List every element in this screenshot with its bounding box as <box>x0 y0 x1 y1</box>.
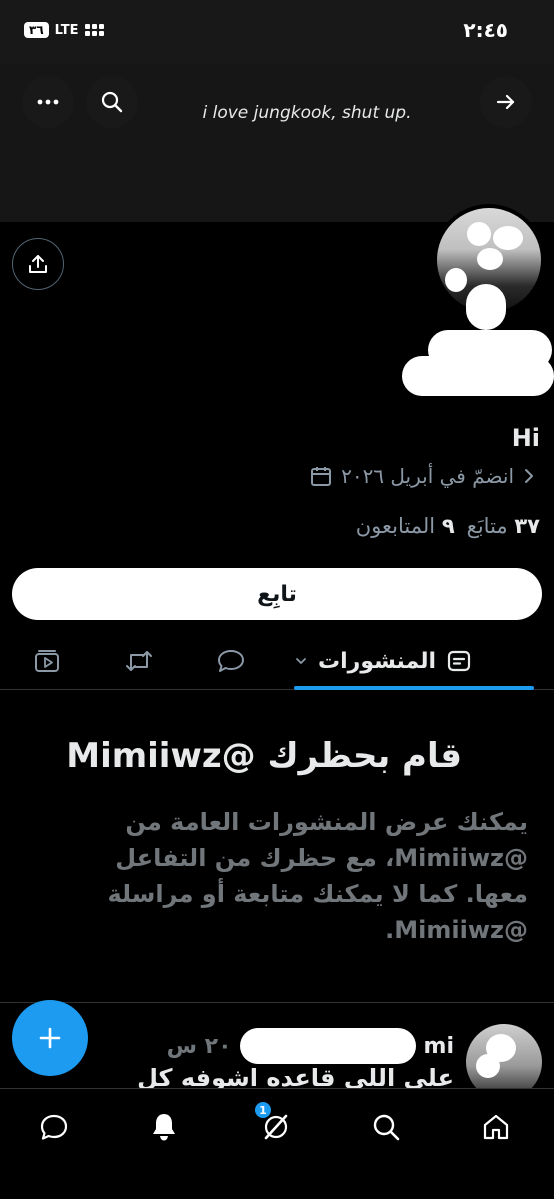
tab-posts-label: المنشورات <box>318 648 437 674</box>
blocked-body: يمكنك عرض المنشورات العامة من @Mimiiwz، … <box>107 808 528 944</box>
plus-icon <box>39 1027 61 1049</box>
tab-posts[interactable]: المنشورات <box>294 632 534 690</box>
redaction-mark <box>402 356 554 396</box>
joined-date-row[interactable]: انضمّ في أبريل ٢٠٢٦ <box>309 464 536 488</box>
reply-icon <box>218 650 244 672</box>
tab-media[interactable] <box>32 646 62 676</box>
bottom-navigation: 1 <box>0 1088 554 1199</box>
blocked-title: قام بحظرك @Mimiiwz <box>66 736 462 776</box>
post-meta: mi ٢٠ س <box>167 1028 454 1064</box>
following-label: متابَع <box>466 514 508 538</box>
tab-replies[interactable] <box>216 646 246 676</box>
nav-home[interactable] <box>476 1107 516 1147</box>
tab-reposts[interactable] <box>124 646 154 676</box>
following-count: ٣٧ <box>514 514 540 538</box>
posts-icon <box>447 650 471 672</box>
redaction-mark <box>239 1028 416 1064</box>
bell-icon <box>153 1114 175 1141</box>
following-stat[interactable]: ٣٧ متابَع <box>467 514 540 538</box>
nav-notifications[interactable] <box>144 1107 184 1147</box>
notification-badge: 1 <box>254 1101 272 1119</box>
followers-stat[interactable]: ٩ المتابعون <box>356 514 455 538</box>
redaction-mark <box>466 284 506 330</box>
calendar-icon <box>311 467 332 486</box>
chat-icon <box>40 1114 68 1140</box>
repost-icon <box>126 651 152 671</box>
share-button[interactable] <box>12 238 64 290</box>
follow-stats: ٣٧ متابَع ٩ المتابعون <box>356 514 540 538</box>
divider <box>0 1002 554 1003</box>
share-icon <box>29 255 47 273</box>
profile-tabs: المنشورات <box>0 632 554 690</box>
status-bar: ٣٦ LTE ٢:٤٥ <box>0 0 554 64</box>
post-time: ٢٠ س <box>166 1033 232 1059</box>
nav-messages[interactable] <box>34 1107 74 1147</box>
follow-button[interactable]: تابِع <box>12 568 542 620</box>
nav-grok[interactable]: 1 <box>254 1101 296 1147</box>
followers-label: المتابعون <box>355 514 436 538</box>
profile-banner-image[interactable] <box>0 64 554 222</box>
search-icon <box>373 1114 400 1141</box>
profile-handle: Hi <box>511 424 540 452</box>
arrow-right-icon <box>496 94 515 110</box>
signal-icon <box>84 24 104 36</box>
media-icon <box>35 650 59 672</box>
chevron-left-icon <box>525 469 533 483</box>
back-button[interactable] <box>480 76 532 128</box>
status-left: ٣٦ LTE <box>24 22 104 38</box>
joined-date: انضمّ في أبريل ٢٠٢٦ <box>341 464 514 488</box>
battery-indicator: ٣٦ <box>24 22 49 38</box>
home-icon <box>483 1114 509 1140</box>
clock: ٢:٤٥ <box>463 18 508 42</box>
banner-text: i love jungkook, shut up. <box>202 103 412 123</box>
nav-search[interactable] <box>366 1107 406 1147</box>
followers-count: ٩ <box>441 514 455 538</box>
compose-button[interactable] <box>12 1000 88 1076</box>
chevron-down-icon <box>296 658 306 664</box>
post-author-name[interactable]: mi <box>424 1034 454 1059</box>
active-tab-indicator <box>294 686 534 690</box>
network-label: LTE <box>54 22 79 38</box>
